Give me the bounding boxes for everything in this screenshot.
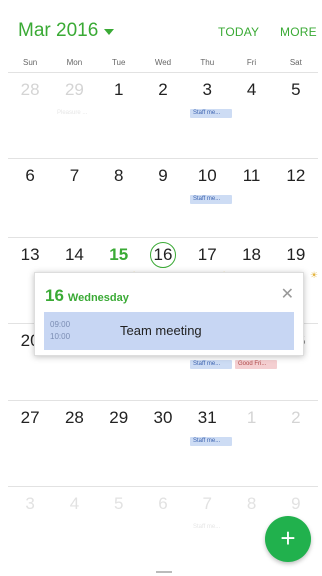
event-chip[interactable]: Pleasure ... [54,109,94,118]
day-cell[interactable]: 8 [97,159,141,189]
day-cell[interactable]: 5 [274,73,318,103]
day-cell[interactable]: 12 [274,159,318,189]
day-cell[interactable]: 3 [8,487,52,517]
weekday-label: Thu [200,58,215,67]
today-button[interactable]: TODAY [218,25,259,39]
day-cell[interactable]: 2 [274,401,318,431]
day-cell[interactable]: 1 [229,401,273,431]
weather-sun-icon: ☀ [310,270,319,280]
week-row: 28 29 1 2 3 4 5 Pleasure ... Staff me... [8,72,318,158]
more-button[interactable]: MORE [280,25,317,39]
add-event-button[interactable]: + [265,516,311,562]
weekday-label: Sun [23,58,38,67]
day-cell[interactable]: 9 [141,159,185,189]
popup-weekday: Wednesday [67,292,129,304]
event-chip[interactable]: Staff me... [190,360,232,369]
day-cell[interactable]: 5 [97,487,141,517]
day-cell[interactable]: 17 [185,238,229,268]
day-cell[interactable]: 28 [52,401,96,431]
day-cell[interactable]: 4 [52,487,96,517]
day-cell[interactable]: 11 [229,159,273,189]
caret-down-icon [104,29,115,35]
day-cell[interactable]: 13 [8,238,52,268]
day-cell[interactable]: 9 [274,487,318,517]
day-cell[interactable]: 28 [8,73,52,103]
day-cell[interactable]: 8 [229,487,273,517]
calendar-screen: Mar 2016 TODAY MORE Sun Mon Tue Wed Thu … [8,0,318,576]
day-cell[interactable]: 4 [229,73,273,103]
day-cell[interactable]: 3 [185,73,229,103]
day-cell[interactable]: 2 [141,73,185,103]
event-chip[interactable]: Staff me... [190,195,232,204]
event-end-time: 10:00 [50,332,71,341]
app-header: Mar 2016 TODAY MORE [8,0,318,52]
day-cell[interactable]: 10 [185,159,229,189]
day-events-popup: 16 Wednesday ✕ 09:00 10:00 Team meeting [34,272,304,356]
day-cell[interactable]: 6 [141,487,185,517]
day-cell[interactable]: 29 [97,401,141,431]
selected-day-number: 16 [149,242,176,268]
event-chip[interactable]: Staff me... [190,437,232,446]
month-label: Mar 2016 [18,20,99,41]
month-selector[interactable]: Mar 2016 [18,20,115,42]
drag-handle[interactable] [156,571,172,573]
weekday-header: Sun Mon Tue Wed Thu Fri Sat [8,58,318,72]
weekday-label: Tue [111,58,126,67]
day-cell[interactable]: 7 [52,159,96,189]
close-icon[interactable]: ✕ [281,284,294,304]
day-cell[interactable]: 30 [141,401,185,431]
day-cell[interactable]: 31 [185,401,229,431]
event-time: 09:00 10:00 [50,319,70,343]
event-start-time: 09:00 [50,320,71,329]
day-cell-selected[interactable]: 16 [141,238,185,268]
week-row: 6 7 8 9 10 11 12 Staff me... [8,158,318,244]
day-cell[interactable]: 27 [8,401,52,431]
weekday-label: Fri [246,58,257,67]
day-cell[interactable]: 7 [185,487,229,517]
plus-icon: + [280,523,296,553]
day-cell[interactable]: 6 [8,159,52,189]
event-chip[interactable]: Staff me... [190,109,232,118]
event-title: Team meeting [120,323,202,338]
day-cell[interactable]: 14 [52,238,96,268]
event-chip[interactable]: Good Fri... [235,360,277,369]
day-cell[interactable]: 18 [229,238,273,268]
weekday-label: Wed [154,58,172,67]
weekday-label: Sat [289,58,302,67]
popup-day-number: 16 [45,286,64,305]
event-chip[interactable]: Staff me... [190,523,232,532]
day-cell[interactable]: 19 [274,238,318,268]
day-cell[interactable]: 1 [97,73,141,103]
day-cell[interactable]: 29 [52,73,96,103]
day-cell-today[interactable]: 15 [97,238,141,268]
popup-event-item[interactable]: 09:00 10:00 Team meeting [44,312,294,350]
week-row: 27 28 29 30 31 1 2 Staff me... [8,400,318,486]
weekday-label: Mon [66,58,83,67]
popup-date: 16 Wednesday [45,286,129,306]
